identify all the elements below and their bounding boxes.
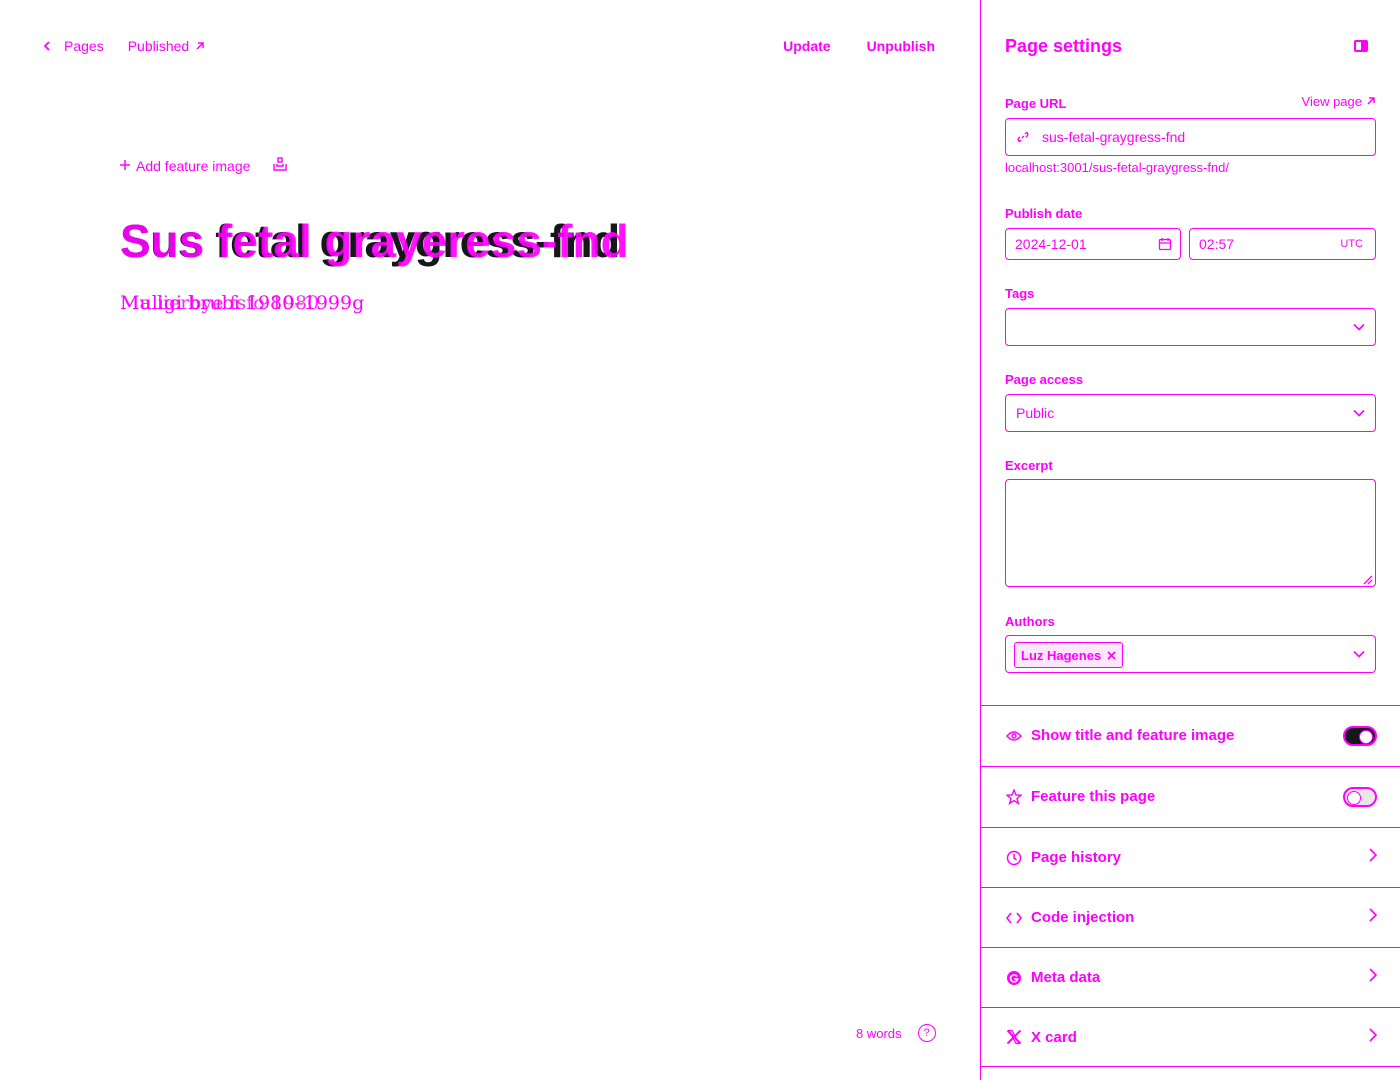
tags-select[interactable]	[1005, 308, 1376, 346]
timezone-label: UTC	[1340, 238, 1363, 250]
feature-page-label: Feature this page	[1031, 788, 1156, 805]
show-title-label: Show title and feature image	[1031, 727, 1235, 744]
authors-label: Authors	[1005, 614, 1055, 629]
chevron-right-icon	[1369, 1027, 1378, 1047]
update-button[interactable]: Update	[783, 38, 830, 54]
view-page-link[interactable]: View page	[1302, 94, 1376, 109]
post-title[interactable]: Sus fetal graygress-fnd Sus fetal grayer…	[120, 214, 629, 268]
resize-handle-icon[interactable]	[1361, 572, 1373, 585]
unpublish-button[interactable]: Unpublish	[867, 38, 935, 54]
title-overlay-text: Sus fetal grayeress-fnd	[120, 215, 629, 267]
code-injection-label: Code injection	[1031, 909, 1135, 926]
chevron-right-icon	[1369, 908, 1378, 927]
chevron-down-icon	[1353, 404, 1365, 422]
status-published-link[interactable]: Published	[128, 38, 206, 54]
meta-data-label: Meta data	[1031, 969, 1101, 986]
page-url-input[interactable]: sus-fetal-graygress-fnd	[1005, 118, 1376, 156]
sidebar-toggle-icon[interactable]	[1354, 40, 1368, 52]
arrow-up-right-icon	[195, 41, 205, 51]
show-title-toggle[interactable]	[1343, 725, 1377, 746]
plus-icon	[119, 158, 131, 174]
page-url-label: Page URL	[1005, 96, 1067, 111]
view-page-label: View page	[1301, 94, 1362, 109]
back-label: Pages	[64, 38, 104, 54]
word-count-label: 8 words	[856, 1025, 902, 1041]
publish-date-label: Publish date	[1005, 206, 1083, 221]
arrow-up-right-icon	[1366, 94, 1376, 109]
top-bar-left: Pages Published	[42, 38, 205, 54]
add-feature-image-label: Add feature image	[136, 157, 251, 174]
excerpt-textarea[interactable]	[1005, 479, 1376, 587]
feature-page-toggle[interactable]	[1343, 786, 1377, 807]
toggle-knob	[1347, 790, 1361, 805]
chevron-down-icon	[1353, 645, 1365, 663]
access-value: Public	[1016, 405, 1055, 421]
page-access-select[interactable]: Public	[1005, 394, 1376, 432]
eye-icon	[1005, 727, 1023, 745]
link-icon	[1016, 130, 1030, 149]
word-count: 8 words ?	[856, 1024, 936, 1042]
publish-time-input[interactable]: 02:57 UTC	[1189, 228, 1376, 260]
authors-select[interactable]: Luz Hagenes	[1005, 635, 1376, 673]
calendar-icon[interactable]	[1158, 237, 1172, 256]
page-settings-panel: Page settings Page URL View page sus-fet…	[980, 0, 1400, 1080]
chevron-down-icon	[1353, 318, 1365, 336]
remove-author-icon[interactable]	[1107, 648, 1116, 663]
history-icon	[1005, 849, 1023, 867]
google-icon	[1005, 969, 1023, 987]
slug-value: sus-fetal-graygress-fnd	[1042, 129, 1186, 145]
meta-data-row[interactable]: Meta data	[981, 947, 1400, 1007]
x-logo-icon	[1005, 1028, 1023, 1046]
x-card-row[interactable]: X card	[981, 1007, 1400, 1067]
show-title-row[interactable]: Show title and feature image	[981, 705, 1400, 765]
time-value: 02:57	[1199, 236, 1235, 252]
unsplash-icon[interactable]	[272, 156, 288, 175]
tags-label: Tags	[1005, 286, 1035, 301]
author-chip[interactable]: Luz Hagenes	[1014, 642, 1124, 668]
author-chip-label: Luz Hagenes	[1021, 647, 1102, 663]
page-access-label: Page access	[1005, 372, 1084, 387]
x-card-label: X card	[1031, 1028, 1077, 1046]
chevron-right-icon	[1369, 848, 1378, 867]
chevron-left-icon	[42, 41, 52, 51]
code-injection-row[interactable]: Code injection	[981, 887, 1400, 947]
toggle-knob	[1359, 729, 1373, 744]
date-value: 2024-12-01	[1015, 236, 1087, 252]
top-bar-right: Update Unpublish	[783, 38, 935, 54]
status-label: Published	[127, 38, 190, 54]
excerpt-overlay-text: Ma lierbye fsfo 1980	[120, 292, 320, 314]
excerpt-label: Excerpt	[1005, 458, 1053, 473]
back-to-pages-link[interactable]: Pages	[42, 38, 104, 54]
page-history-label: Page history	[1031, 849, 1122, 866]
add-feature-image-button[interactable]: Add feature image	[119, 158, 250, 174]
post-excerpt[interactable]: Muligi brubi 1980–1999g Ma lierbye fsfo …	[120, 292, 364, 314]
feature-page-row[interactable]: Feature this page	[981, 766, 1400, 826]
star-icon	[1005, 788, 1023, 806]
url-preview: localhost:3001/sus-fetal-graygress-fnd/	[1005, 160, 1230, 175]
feature-image-row: Add feature image	[119, 156, 288, 175]
page-history-row[interactable]: Page history	[981, 827, 1400, 887]
code-icon	[1005, 909, 1023, 927]
editor-area: Pages Published Update Unpublish Add fea…	[0, 0, 980, 1080]
chevron-right-icon	[1369, 968, 1378, 987]
panel-title: Page settings	[1005, 36, 1123, 56]
help-icon[interactable]: ?	[917, 1024, 936, 1042]
publish-date-input[interactable]: 2024-12-01	[1005, 228, 1181, 260]
